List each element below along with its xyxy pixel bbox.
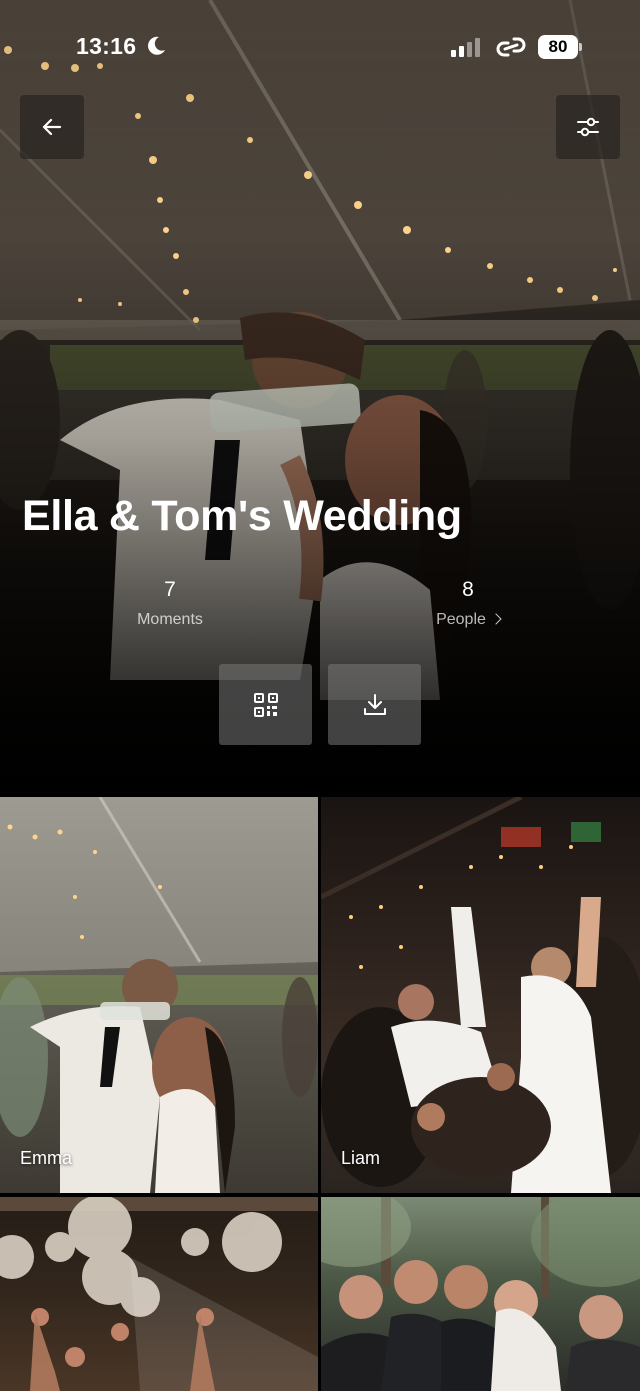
download-button[interactable] xyxy=(328,664,421,745)
moment-tile-4[interactable] xyxy=(321,1197,640,1391)
arrow-left-icon xyxy=(42,118,62,136)
event-title: Ella & Tom's Wedding xyxy=(22,492,462,540)
people-link[interactable]: People xyxy=(420,611,516,629)
moment-photo xyxy=(0,1197,318,1391)
moment-tile-3[interactable] xyxy=(0,1197,318,1391)
cover-gradient xyxy=(0,0,640,796)
moment-label: Emma xyxy=(20,1148,73,1168)
moment-photo xyxy=(321,1197,640,1391)
link-icon xyxy=(496,37,526,57)
moment-tile-liam[interactable]: Liam xyxy=(321,797,640,1193)
qr-code-button[interactable] xyxy=(219,664,312,745)
people-stat[interactable]: 8 People xyxy=(420,578,516,629)
moments-label: Moments xyxy=(137,611,203,628)
event-screen: 13:16 80 Ella & Tom's Wedding 7 Moments … xyxy=(0,0,640,1391)
filter-button[interactable] xyxy=(556,95,620,159)
moments-stat[interactable]: 7 Moments xyxy=(118,578,222,629)
qr-code-icon xyxy=(253,692,278,717)
chevron-right-icon xyxy=(490,613,502,625)
battery-icon: 80 xyxy=(538,35,578,59)
status-bar: 13:16 80 xyxy=(0,0,640,95)
moment-label: Liam xyxy=(341,1148,381,1168)
download-icon xyxy=(363,693,386,715)
cover-photo xyxy=(0,0,640,796)
status-time: 13:16 xyxy=(76,33,137,59)
moon-icon xyxy=(148,36,165,55)
back-button[interactable] xyxy=(20,95,84,159)
moment-photo xyxy=(321,797,640,1193)
people-label: People xyxy=(436,611,486,628)
moment-photo xyxy=(0,797,318,1193)
battery-nub xyxy=(579,43,582,51)
people-count: 8 xyxy=(462,578,474,601)
moments-count: 7 xyxy=(164,578,176,601)
signal-icon xyxy=(451,38,480,57)
sliders-icon xyxy=(577,117,599,137)
moment-tile-emma[interactable]: Emma xyxy=(0,797,318,1193)
